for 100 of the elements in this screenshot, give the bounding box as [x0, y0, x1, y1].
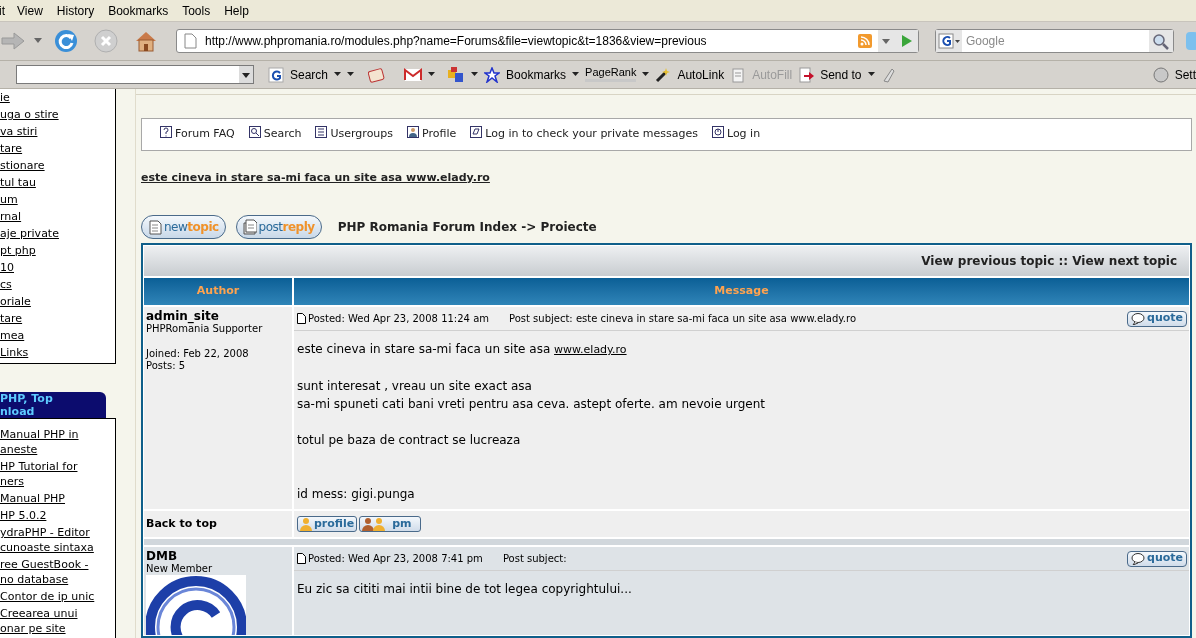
documents-icon	[242, 219, 257, 235]
wand-icon[interactable]	[655, 66, 672, 83]
sidebar-link[interactable]: cs	[0, 275, 115, 293]
sidebar-link[interactable]: oriale	[0, 292, 115, 310]
author-rank: New Member	[146, 563, 214, 575]
author-name: admin_site	[146, 309, 220, 323]
post-date: Posted: Wed Apr 23, 2008 7:41 pm	[308, 552, 483, 566]
post-text: sa-mi spuneti cati bani vreti pentru asa ceva. astept oferte. am nevoie urgent	[297, 396, 766, 413]
power-icon[interactable]	[711, 126, 724, 139]
forum-nav-link[interactable]: Log in to check your private messages	[485, 126, 698, 143]
sidebar-link[interactable]: tare	[0, 309, 115, 327]
send-icon[interactable]	[798, 66, 815, 83]
author-rank: PHPRomania Supporter	[146, 323, 264, 335]
join-date: Joined: Feb 22, 2008	[146, 348, 250, 360]
sidebar-link[interactable]: aje private	[0, 224, 115, 242]
dropdown-arrow-icon[interactable]	[471, 72, 479, 78]
post-text: id mess: gigi.punga	[297, 486, 415, 503]
sidebar-link[interactable]: tul tau	[0, 173, 115, 191]
toolbar-button[interactable]: AutoLink	[677, 65, 725, 84]
page-icon	[183, 33, 197, 50]
post-text: sunt interesat , vreau un site exact asa	[297, 378, 532, 395]
sidebar-link[interactable]: Creearea unui onar pe site	[0, 605, 115, 636]
pm-button[interactable]: pm	[359, 516, 421, 532]
menu-item[interactable]: View	[17, 0, 43, 22]
menu-item[interactable]: Tools	[182, 0, 211, 22]
sidebar-link[interactable]: HP 5.0.2	[0, 507, 115, 523]
dropdown-arrow-icon[interactable]	[867, 72, 875, 78]
sidebar-link[interactable]: Contor de ip unic	[0, 588, 115, 604]
dropdown-arrow-icon[interactable]	[572, 72, 580, 78]
home-icon[interactable]	[134, 29, 158, 54]
dropdown-arrow-icon[interactable]	[428, 72, 436, 78]
sidebar-link[interactable]: Manual PHP	[0, 490, 115, 506]
forum-nav-link[interactable]: Log in	[726, 126, 761, 143]
sidebar-link[interactable]: stionare	[0, 156, 115, 174]
post-text: totul pe baza de contract se lucreaza	[297, 432, 521, 449]
forum-nav-link[interactable]: Usergroups	[330, 126, 394, 143]
mail-icon[interactable]	[404, 67, 423, 82]
speech-bubble-icon	[1131, 312, 1145, 325]
google-icon[interactable]	[935, 30, 962, 53]
settings-button[interactable]: Sett	[1174, 65, 1196, 84]
post-date: Posted: Wed Apr 23, 2008 11:24 am	[308, 312, 489, 326]
new-topic-button[interactable]: newtopic	[141, 215, 226, 239]
column-header: Message	[294, 278, 1189, 305]
news-icon[interactable]	[368, 66, 387, 83]
toolbar-button[interactable]: Send to	[820, 65, 862, 84]
people-icon	[362, 517, 387, 531]
post-reply-button[interactable]: postreply	[235, 215, 322, 239]
sidebar-link[interactable]: 10	[0, 258, 115, 276]
sidebar-link[interactable]: Manual PHP in aneste	[0, 426, 115, 457]
post-text: este cineva in stare sa-mi faca un site asa www.elady.ro	[297, 341, 627, 358]
document-icon	[148, 219, 162, 235]
post-icon	[297, 313, 306, 324]
sidebar-link[interactable]: tare	[0, 139, 115, 157]
puzzle-icon[interactable]	[447, 65, 466, 84]
post-icon	[297, 553, 306, 564]
list-icon[interactable]	[315, 126, 328, 139]
sidebar-link[interactable]: ie	[0, 88, 115, 106]
topic-nav-links[interactable]: View previous topic :: View next topic	[921, 252, 1177, 270]
forum-nav-link[interactable]: Profile	[422, 126, 457, 143]
sidebar-link[interactable]: va stiri	[0, 122, 115, 140]
breadcrumb[interactable]: PHP Romania Forum Index -> Proiecte	[337, 218, 597, 236]
sidebar-link[interactable]: HP Tutorial for ners	[0, 458, 115, 489]
google-icon[interactable]	[268, 66, 284, 83]
column-header: Author	[144, 278, 292, 305]
post-text: Eu zic sa cititi mai intii bine de tot legea copyrightului...	[297, 581, 632, 598]
forum-nav-link[interactable]: Search	[263, 126, 302, 143]
address-bar[interactable]: http://www.phpromania.ro/modules.php?name=Forums&file=viewtopic&t=1836&view=previous	[176, 29, 919, 54]
menu-item[interactable]: History	[56, 0, 95, 22]
block-title: PHP, Top nload	[0, 391, 106, 418]
search-icon[interactable]	[248, 126, 261, 139]
topic-title-link[interactable]: este cineva in stare sa-mi faca un site asa www.elady.ro	[141, 169, 490, 186]
sidebar-link[interactable]: Links	[0, 343, 115, 361]
search-button[interactable]: Search	[290, 65, 329, 84]
sidebar-link[interactable]: ree GuestBook - no database	[0, 556, 115, 587]
post-subject: Post subject:	[502, 552, 568, 566]
toolbar-button[interactable]: Bookmarks	[506, 65, 567, 84]
profile-button[interactable]: profile	[297, 516, 358, 532]
search-field[interactable]: Google	[934, 29, 1174, 54]
person-icon[interactable]	[407, 126, 420, 139]
quote-button[interactable]: quote	[1127, 310, 1187, 327]
menu-item[interactable]: Help	[224, 0, 249, 22]
sidebar-link[interactable]: uga o stire	[0, 105, 115, 123]
star-icon[interactable]	[484, 66, 501, 83]
post-subject: Post subject: este cineva in stare sa-mi faca un site asa www.elady.ro	[509, 312, 857, 326]
reload-icon[interactable]	[54, 29, 78, 54]
sidebar-link[interactable]: pt php	[0, 241, 115, 259]
post-link[interactable]: www.elady.ro	[554, 343, 627, 356]
forum-nav-link[interactable]: Forum FAQ	[175, 126, 235, 143]
quote-button[interactable]: quote	[1127, 550, 1187, 567]
pagerank-meter[interactable]: PageRank	[585, 67, 637, 83]
question-icon[interactable]	[160, 126, 172, 139]
search-placeholder: Google	[965, 33, 1006, 51]
url-text: http://www.phpromania.ro/modules.php?name=Forums&file=viewtopic&t=1836&view=previous	[205, 33, 708, 51]
sidebar-link[interactable]: rnal	[0, 207, 115, 225]
menu-item[interactable]: Bookmarks	[108, 0, 169, 22]
menu-item[interactable]: it	[0, 0, 5, 22]
sidebar-link[interactable]: mea	[0, 326, 115, 344]
sidebar-link[interactable]: um	[0, 190, 115, 208]
dropdown-arrow-icon[interactable]	[642, 72, 650, 78]
toolbar-search-field[interactable]	[16, 65, 254, 85]
